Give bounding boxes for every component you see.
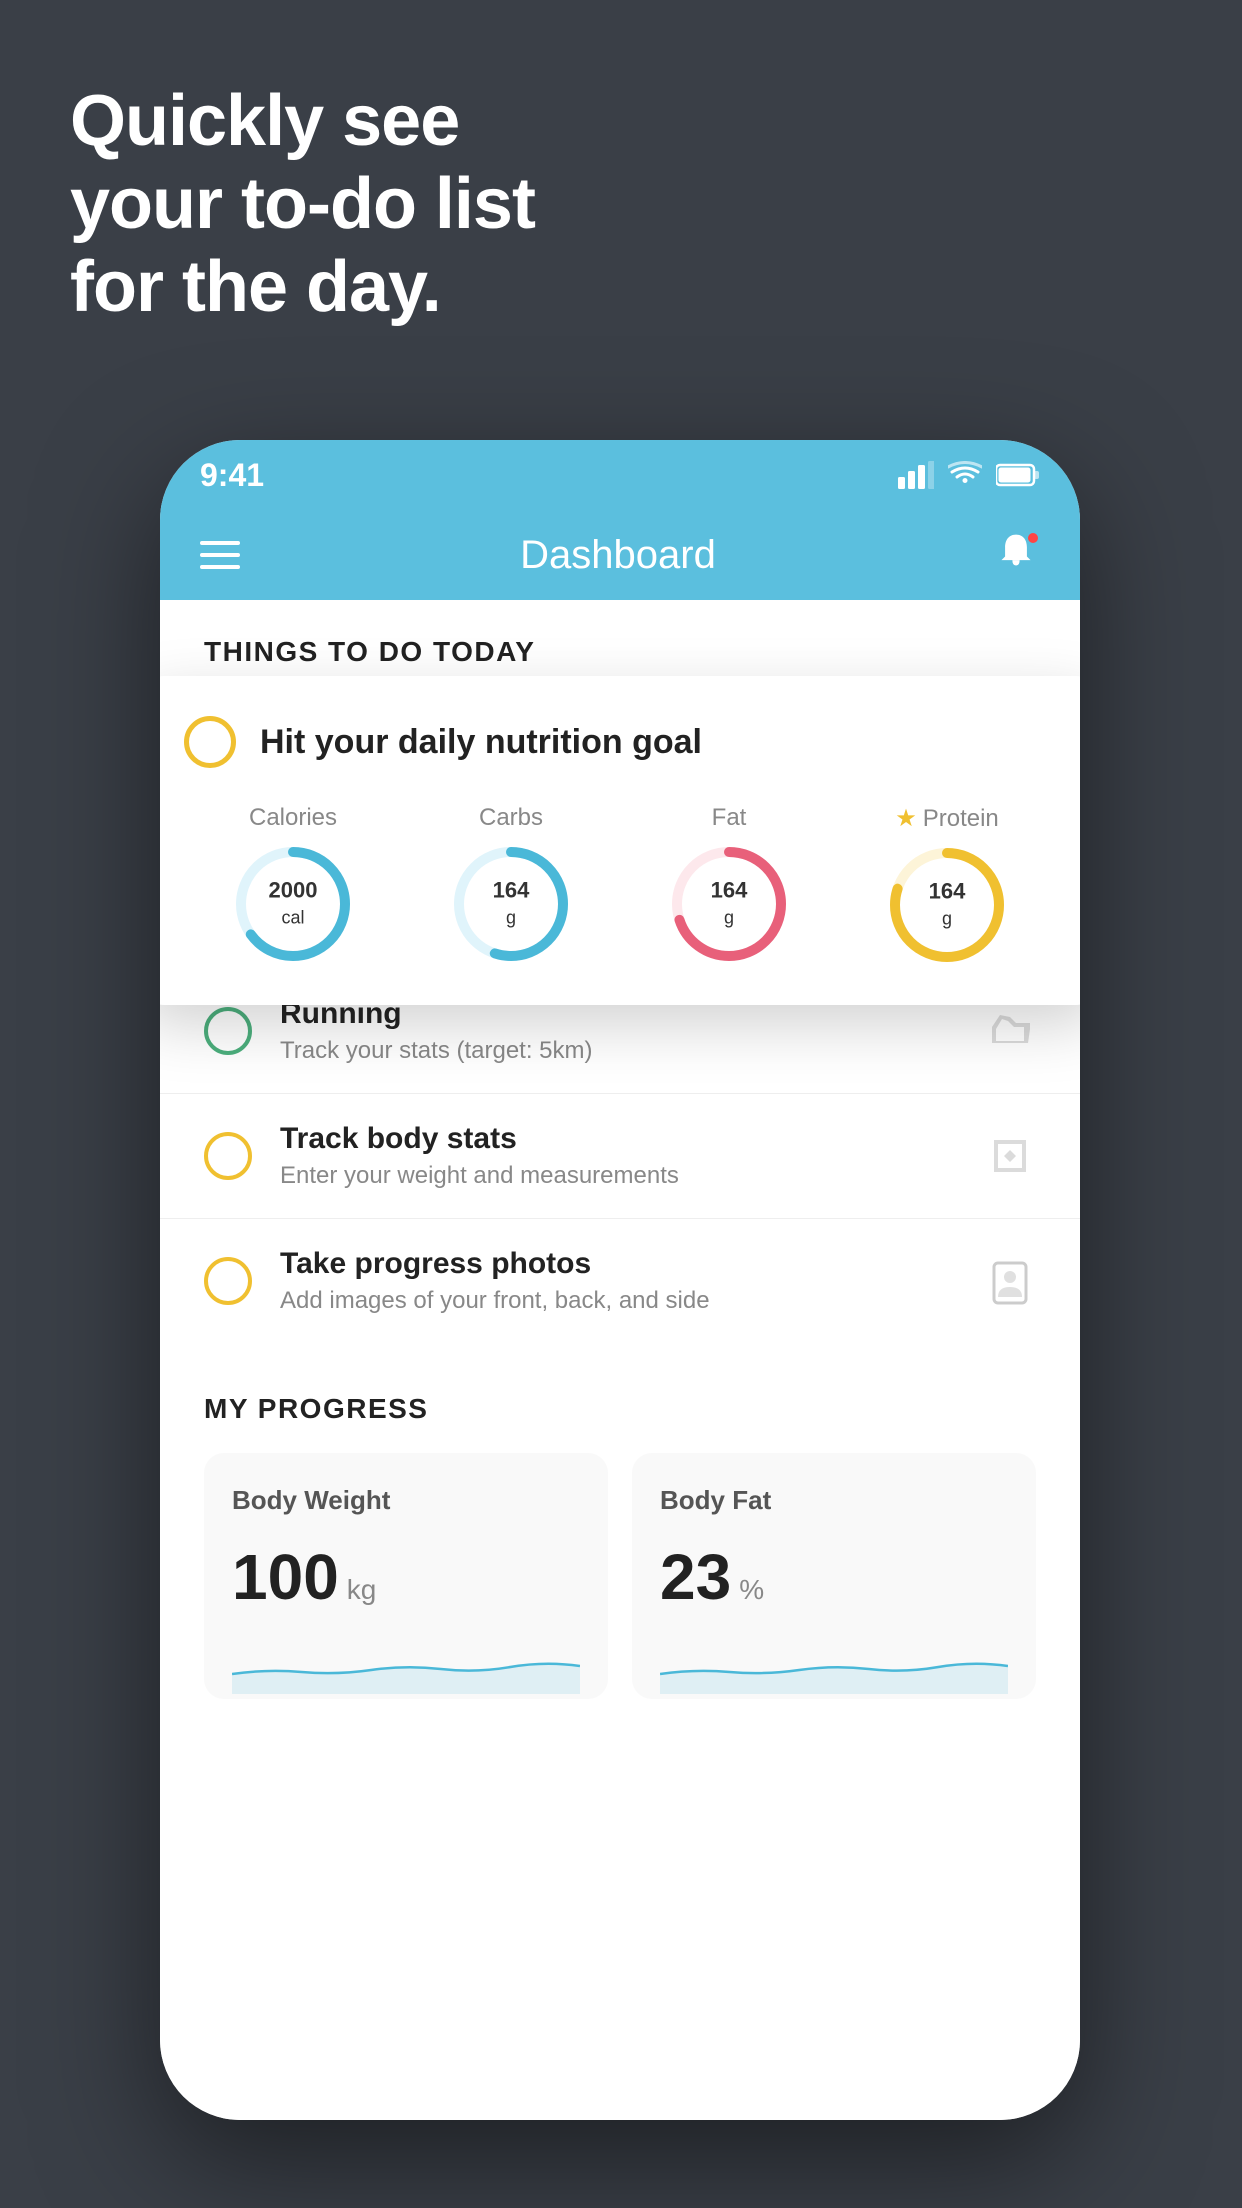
progress-card-title: Body Weight	[232, 1485, 580, 1516]
progress-card-body-fat[interactable]: Body Fat 23 %	[632, 1453, 1036, 1699]
progress-section: MY PROGRESS Body Weight 100 kg Body Fat …	[160, 1343, 1080, 1699]
todo-icon-scale	[984, 1130, 1036, 1182]
content-area: THINGS TO DO TODAY Hit your daily nutrit…	[160, 600, 1080, 2120]
todo-subtitle: Track your stats (target: 5km)	[280, 1037, 956, 1065]
nutrition-check-circle[interactable]	[184, 716, 236, 768]
todo-title: Track body stats	[280, 1122, 956, 1156]
menu-button[interactable]	[200, 541, 240, 569]
star-icon: ★	[895, 804, 917, 833]
hero-line3: for the day.	[70, 246, 535, 329]
todo-checkbox[interactable]	[204, 1132, 252, 1180]
nav-bar: Dashboard	[160, 510, 1080, 600]
todo-title: Take progress photos	[280, 1247, 956, 1281]
nutrition-label: Carbs	[479, 804, 543, 832]
progress-card-title: Body Fat	[660, 1485, 1008, 1516]
circle-value: 164g	[929, 879, 966, 932]
nutrition-label: ★Protein	[895, 804, 999, 833]
todo-subtitle: Enter your weight and measurements	[280, 1162, 956, 1190]
nutrition-row: Calories 2000cal Carbs 164g Fat	[184, 804, 1056, 965]
hero-line1: Quickly see	[70, 80, 535, 163]
nutrition-item-carbs: Carbs 164g	[451, 804, 571, 964]
battery-icon	[996, 463, 1040, 487]
circle-value: 2000cal	[269, 878, 318, 931]
circle-value: 164g	[711, 878, 748, 931]
notification-button[interactable]	[996, 531, 1040, 579]
signal-icon	[898, 461, 934, 489]
progress-card-body-weight[interactable]: Body Weight 100 kg	[204, 1453, 608, 1699]
notification-badge	[1026, 531, 1040, 545]
progress-number: 23	[660, 1540, 731, 1614]
progress-chart	[660, 1634, 1008, 1694]
wifi-icon	[948, 461, 982, 489]
todo-list: Running Track your stats (target: 5km) T…	[160, 968, 1080, 1343]
progress-unit: %	[739, 1574, 764, 1606]
progress-title: MY PROGRESS	[204, 1393, 1036, 1425]
progress-value: 23 %	[660, 1540, 1008, 1614]
nutrition-circle: 164g	[669, 844, 789, 964]
todo-text: Take progress photos Add images of your …	[280, 1247, 956, 1315]
todo-icon-shoe	[984, 1005, 1036, 1057]
nutrition-label: Fat	[712, 804, 747, 832]
status-icons	[898, 461, 1040, 489]
todo-item-body-stats[interactable]: Track body stats Enter your weight and m…	[160, 1093, 1080, 1218]
status-time: 9:41	[200, 457, 264, 494]
progress-chart	[232, 1634, 580, 1694]
nutrition-card-title: Hit your daily nutrition goal	[260, 723, 702, 762]
nutrition-item-calories: Calories 2000cal	[233, 804, 353, 964]
nutrition-item-protein: ★Protein 164g	[887, 804, 1007, 965]
phone-mockup: 9:41	[160, 440, 1080, 2120]
section-things-today: THINGS TO DO TODAY	[160, 600, 1080, 688]
nutrition-circle: 164g	[451, 844, 571, 964]
hero-text: Quickly see your to-do list for the day.	[70, 80, 535, 328]
circle-value: 164g	[493, 878, 530, 931]
status-bar: 9:41	[160, 440, 1080, 510]
todo-icon-portrait	[984, 1255, 1036, 1307]
progress-unit: kg	[347, 1574, 377, 1606]
progress-value: 100 kg	[232, 1540, 580, 1614]
nutrition-card: Hit your daily nutrition goal Calories 2…	[160, 676, 1080, 1005]
todo-text: Running Track your stats (target: 5km)	[280, 997, 956, 1065]
todo-text: Track body stats Enter your weight and m…	[280, 1122, 956, 1190]
todo-checkbox[interactable]	[204, 1007, 252, 1055]
hero-line2: your to-do list	[70, 163, 535, 246]
nutrition-circle: 164g	[887, 845, 1007, 965]
todo-checkbox[interactable]	[204, 1257, 252, 1305]
nutrition-circle: 2000cal	[233, 844, 353, 964]
progress-number: 100	[232, 1540, 339, 1614]
nav-title: Dashboard	[520, 533, 716, 578]
nutrition-label: Calories	[249, 804, 337, 832]
todo-item-progress-photos[interactable]: Take progress photos Add images of your …	[160, 1218, 1080, 1343]
todo-subtitle: Add images of your front, back, and side	[280, 1287, 956, 1315]
card-header: Hit your daily nutrition goal	[184, 716, 1056, 768]
progress-cards: Body Weight 100 kg Body Fat 23 %	[204, 1453, 1036, 1699]
nutrition-item-fat: Fat 164g	[669, 804, 789, 964]
